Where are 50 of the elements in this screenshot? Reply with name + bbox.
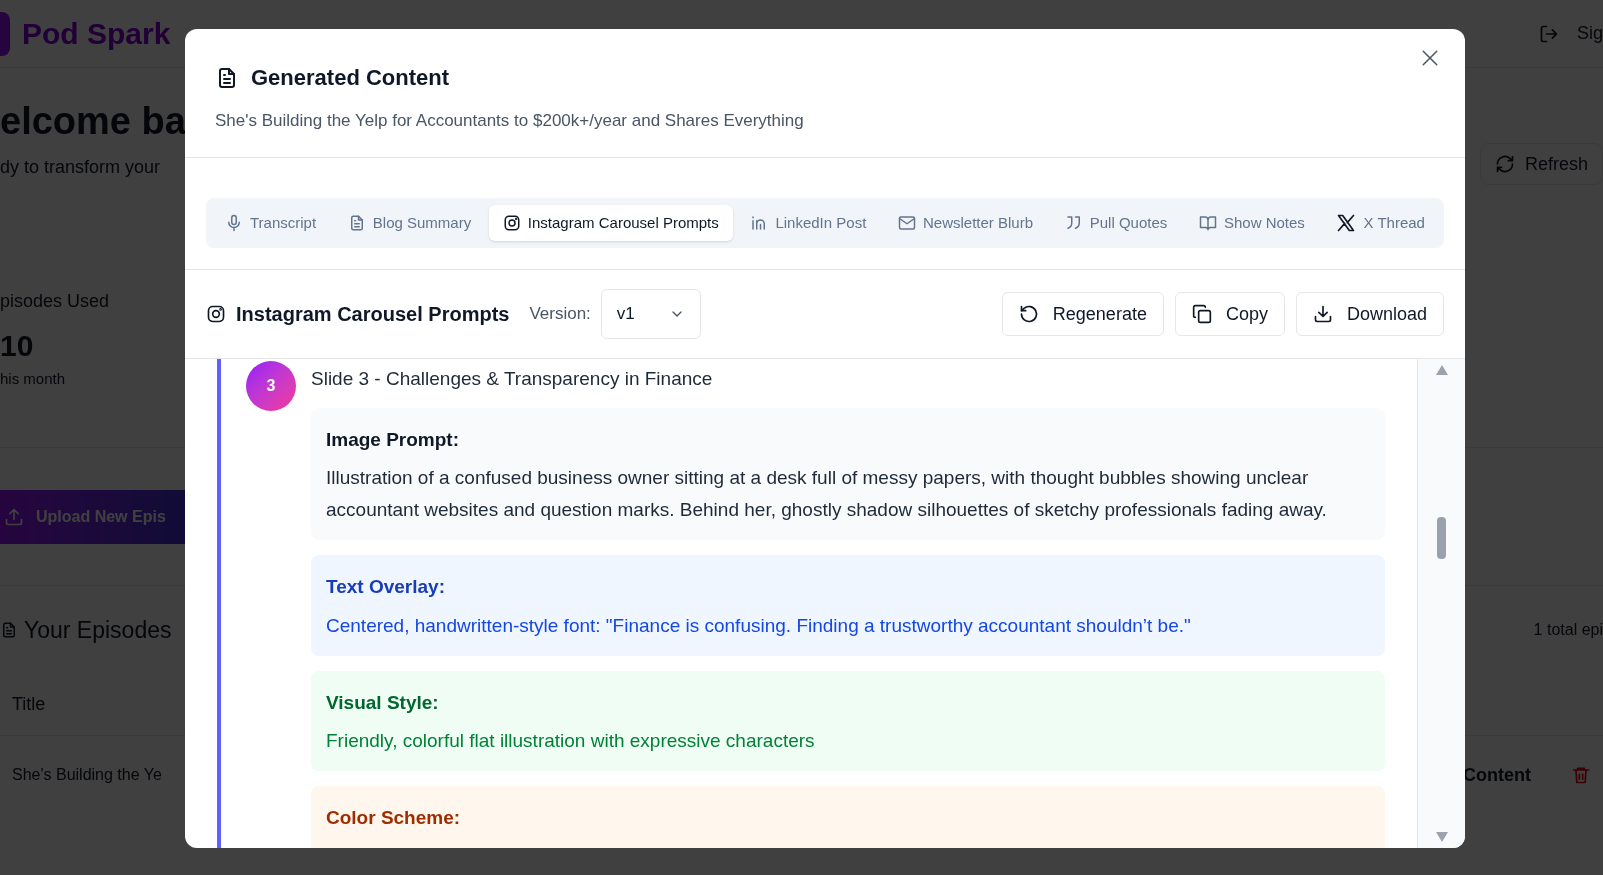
tab[interactable]: Instagram Carousel Prompts [488, 205, 733, 241]
version-select[interactable]: v1 [600, 289, 701, 339]
toolbar-button[interactable]: Copy [1174, 292, 1285, 336]
page-heading: elcome ba [0, 99, 186, 144]
copy-icon [1191, 304, 1212, 324]
tab[interactable]: Transcript [211, 205, 331, 241]
column-header: Title [12, 693, 46, 716]
tab[interactable]: Pull Quotes [1050, 205, 1182, 241]
close-icon [1421, 49, 1439, 67]
page-subheading: dy to transform your [0, 155, 161, 179]
instagram-icon [502, 214, 521, 232]
scrollbar-thumb[interactable] [1437, 517, 1446, 559]
card-text: Friendly, colorful flat illustration with expressive characters [326, 729, 816, 753]
book-icon [1198, 214, 1217, 232]
card-heading: Image Prompt: [326, 427, 461, 452]
toolbar-button[interactable]: Regenerate [1001, 292, 1164, 336]
card-text: Centered, handwritten-style font: "Finance is confusing. Finding a trustworthy accountant shouldn’t be." [326, 613, 1192, 638]
brand-name: Pod Spark [22, 16, 171, 52]
mail-icon [898, 214, 916, 232]
microphone-icon [225, 214, 243, 232]
download-icon [1312, 304, 1333, 324]
scroll-down-icon[interactable] [1435, 832, 1448, 842]
instagram-icon [206, 304, 226, 324]
card-heading: Visual Style: [326, 690, 440, 715]
tab[interactable]: Blog Summary [333, 205, 486, 241]
card-text: Illustration of a confused business owner sitting at a desk full of messy papers, with thought bubbles showing unclear accountant websites and question marks. Behind her, ghostly shadow silhouettes of sketchy professionals fading away. [326, 466, 1328, 522]
step-badge: 3 [246, 361, 296, 411]
card-heading: Text Overlay: [326, 575, 446, 599]
x-logo-icon [1336, 213, 1357, 233]
episode-count: 1 total epi [1533, 620, 1603, 640]
toolbar-button[interactable]: Download [1295, 292, 1444, 336]
stat-value: 10 [0, 328, 34, 364]
tab[interactable]: LinkedIn Post [736, 205, 881, 241]
quote-icon [1064, 214, 1083, 232]
dialog-title: Generated Content [251, 64, 450, 92]
slide-title: Slide 3 - Challenges & Transparency in Finance [311, 367, 714, 391]
tab[interactable]: X Thread [1322, 205, 1439, 241]
section-title: Instagram Carousel Prompts [236, 302, 510, 327]
tab[interactable]: Show Notes [1184, 205, 1319, 241]
scroll-up-icon[interactable] [1435, 365, 1448, 375]
table-cell-text: She's Building the Ye [12, 765, 162, 785]
rotate-icon [1018, 304, 1039, 324]
stat-note: his month [0, 369, 66, 389]
card-heading: Color Scheme: [326, 806, 462, 830]
stat-label: pisodes Used [0, 290, 110, 313]
section-heading: Your Episodes [24, 615, 172, 645]
scrollbar[interactable] [1417, 359, 1465, 848]
tab[interactable]: Newsletter Blurb [884, 205, 1048, 241]
version-label: Version: [529, 303, 591, 326]
dialog-subtitle: She's Building the Yelp for Accountants to $200k+/year and Shares Everything [215, 110, 805, 132]
